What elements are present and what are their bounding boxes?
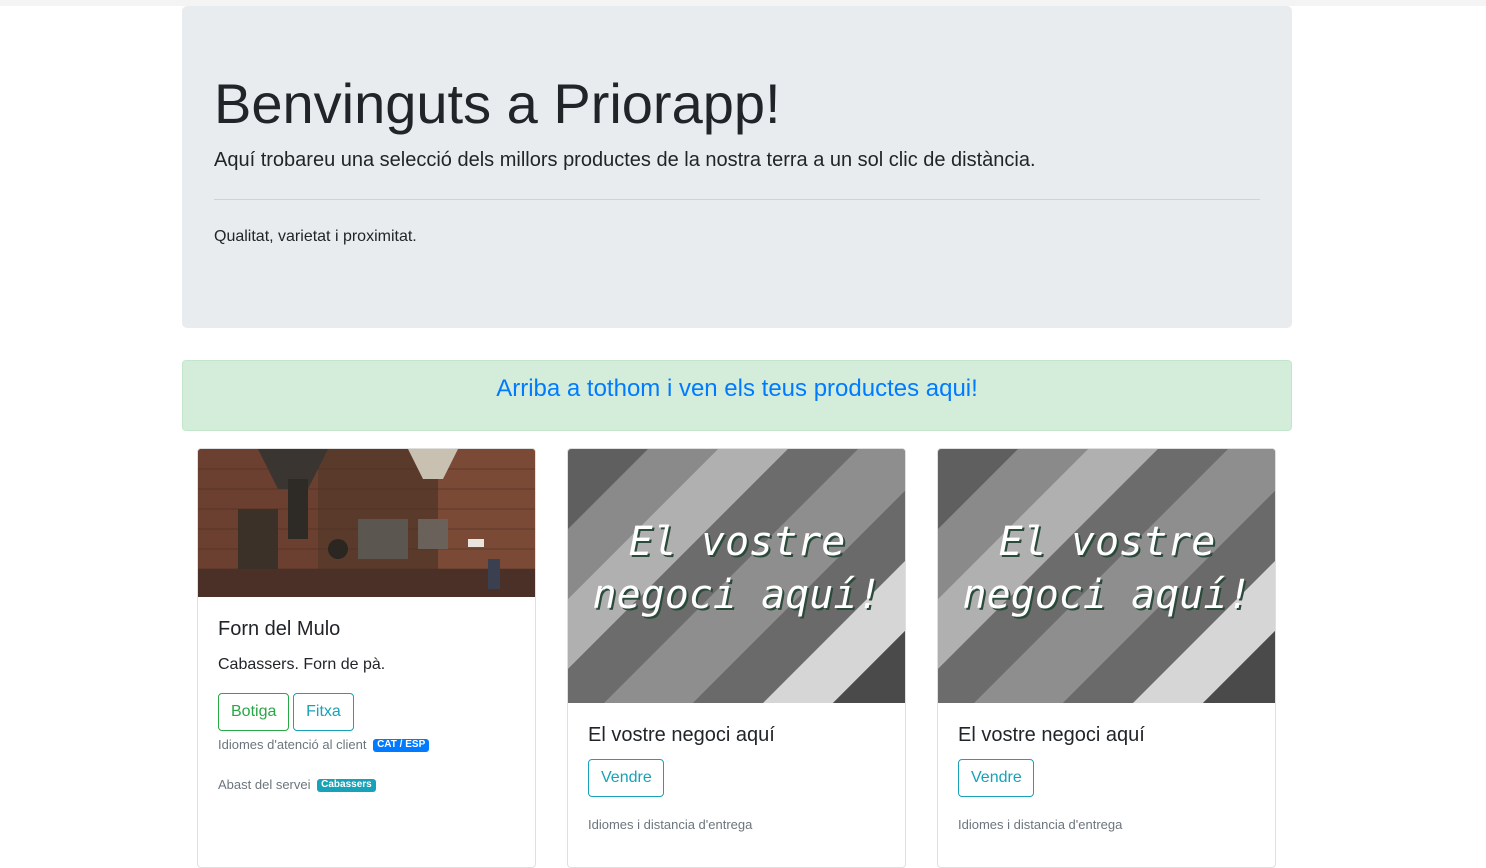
placeholder-text-line1: El vostre (999, 519, 1216, 565)
sell-link[interactable]: Arriba a tothom i ven els teus productes… (496, 374, 978, 404)
scope-info: Abast del servei Cabassers (218, 777, 376, 793)
delivery-note: Idiomes i distancia d'entrega (958, 817, 1123, 832)
card-title: El vostre negoci aquí (588, 724, 775, 746)
delivery-note: Idiomes i distancia d'entrega (588, 817, 753, 832)
vendre-button[interactable]: Vendre (958, 759, 1034, 797)
languages-label: Idiomes d'atenció al client (218, 737, 367, 752)
placeholder-image: El vostre El vostre negoci aquí! negoci … (938, 449, 1275, 703)
card-title: El vostre negoci aquí (958, 724, 1145, 746)
bakery-oven-image (198, 449, 535, 597)
languages-info: Idiomes d'atenció al client CAT / ESP (218, 737, 430, 753)
jumbotron-lead: Aquí trobareu una selecció dels millors … (214, 149, 1036, 171)
jumbotron-tagline: Qualitat, varietat i proximitat. (214, 228, 417, 245)
jumbotron: Benvinguts a Priorapp! Aquí trobareu una… (182, 6, 1292, 328)
divider (214, 199, 1260, 200)
fitxa-button[interactable]: Fitxa (293, 693, 354, 731)
sell-alert: Arriba a tothom i ven els teus productes… (182, 360, 1292, 431)
business-card-placeholder: El vostre El vostre negoci aquí! negoci … (567, 448, 906, 868)
scope-badge: Cabassers (317, 779, 376, 793)
placeholder-text-line2: negoci aquí! (963, 572, 1252, 618)
placeholder-image: El vostre El vostre negoci aquí! negoci … (568, 449, 905, 703)
placeholder-text-line2: negoci aquí! (593, 572, 882, 618)
business-card-forn-del-mulo: Forn del Mulo Cabassers. Forn de pà. Bot… (197, 448, 536, 868)
vendre-button[interactable]: Vendre (588, 759, 664, 797)
languages-badge: CAT / ESP (373, 739, 430, 753)
card-text: Cabassers. Forn de pà. (218, 656, 386, 673)
card-title: Forn del Mulo (218, 618, 341, 640)
scope-label: Abast del servei (218, 777, 311, 792)
placeholder-text-line1: El vostre (629, 519, 846, 565)
botiga-button[interactable]: Botiga (218, 693, 289, 731)
business-card-placeholder: El vostre El vostre negoci aquí! negoci … (937, 448, 1276, 868)
page-title: Benvinguts a Priorapp! (214, 72, 781, 135)
